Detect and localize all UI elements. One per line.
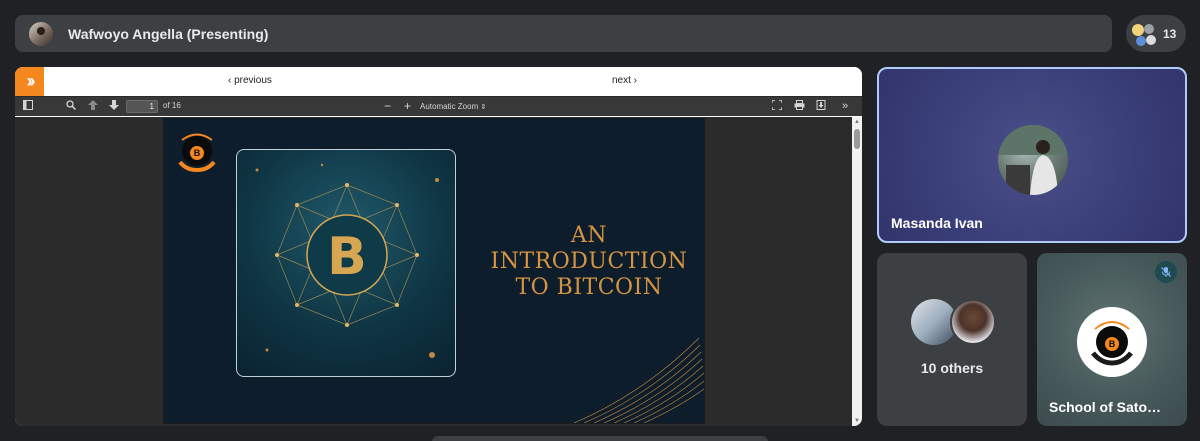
minus-icon[interactable]: − xyxy=(384,99,391,113)
participant-count: 13 xyxy=(1163,26,1177,41)
school-logo-icon: B xyxy=(178,133,216,173)
double-chevron-icon[interactable]: » xyxy=(842,99,848,113)
scroll-thumb[interactable] xyxy=(854,129,860,149)
bitcoin-image: B xyxy=(236,149,456,377)
participant-avatar xyxy=(998,125,1068,195)
school-logo: B xyxy=(1077,307,1147,377)
pdf-viewer[interactable]: B B AN INTRODUCTION TO BITCOIN ▲ ▼ xyxy=(15,117,862,426)
presenter-avatar xyxy=(29,21,53,46)
pdf-scrollbar[interactable]: ▲ ▼ xyxy=(852,117,862,426)
expand-chevron-icon[interactable]: ›› xyxy=(15,67,44,96)
svg-text:B: B xyxy=(1109,339,1116,349)
arrow-down-icon[interactable] xyxy=(109,100,119,115)
plus-icon[interactable]: + xyxy=(404,99,411,113)
search-icon[interactable] xyxy=(66,100,77,115)
participant-avatars xyxy=(1132,22,1156,46)
presentation-panel: ›› ‹ previous next › 1 of 16 − + Automat… xyxy=(15,67,862,426)
fullscreen-icon[interactable] xyxy=(771,99,783,115)
participant-name: Masanda Ivan xyxy=(891,215,983,231)
slides-navigation: ›› ‹ previous next › xyxy=(15,67,862,96)
participants-button[interactable]: 13 xyxy=(1126,15,1186,52)
arrow-up-icon[interactable] xyxy=(88,100,98,115)
page-number-input[interactable]: 1 xyxy=(126,100,158,113)
slide-page: B B AN INTRODUCTION TO BITCOIN xyxy=(163,118,705,424)
participant-tile-masanda[interactable]: Masanda Ivan xyxy=(877,67,1187,243)
svg-text:B: B xyxy=(327,227,367,287)
others-avatar-2 xyxy=(950,299,996,345)
pdf-toolbar: 1 of 16 − + Automatic Zoom ⇕ » xyxy=(15,96,862,116)
print-icon[interactable] xyxy=(794,100,805,115)
zoom-select[interactable]: Automatic Zoom ⇕ xyxy=(420,100,486,114)
others-tile[interactable]: 10 others xyxy=(877,253,1027,426)
next-link[interactable]: next › xyxy=(612,75,637,86)
others-label: 10 others xyxy=(920,360,984,376)
slide-title: AN INTRODUCTION TO BITCOIN xyxy=(490,223,688,300)
participant-tile-school[interactable]: B School of Sato… xyxy=(1037,253,1187,426)
sidebar-toggle-icon[interactable] xyxy=(23,100,33,115)
participant-name: School of Sato… xyxy=(1049,399,1161,415)
download-icon[interactable] xyxy=(816,100,826,115)
decorative-waves xyxy=(573,337,704,423)
bottom-control-bar xyxy=(432,436,768,441)
mic-off-icon xyxy=(1155,261,1177,283)
presenter-bar: Wafwoyo Angella (Presenting) xyxy=(15,15,1112,52)
svg-text:B: B xyxy=(194,148,201,158)
meet-window: Wafwoyo Angella (Presenting) 13 ›› ‹ pre… xyxy=(0,0,1200,441)
page-total: of 16 xyxy=(163,101,181,110)
previous-link[interactable]: ‹ previous xyxy=(228,75,272,86)
presenter-name: Wafwoyo Angella (Presenting) xyxy=(68,25,269,42)
